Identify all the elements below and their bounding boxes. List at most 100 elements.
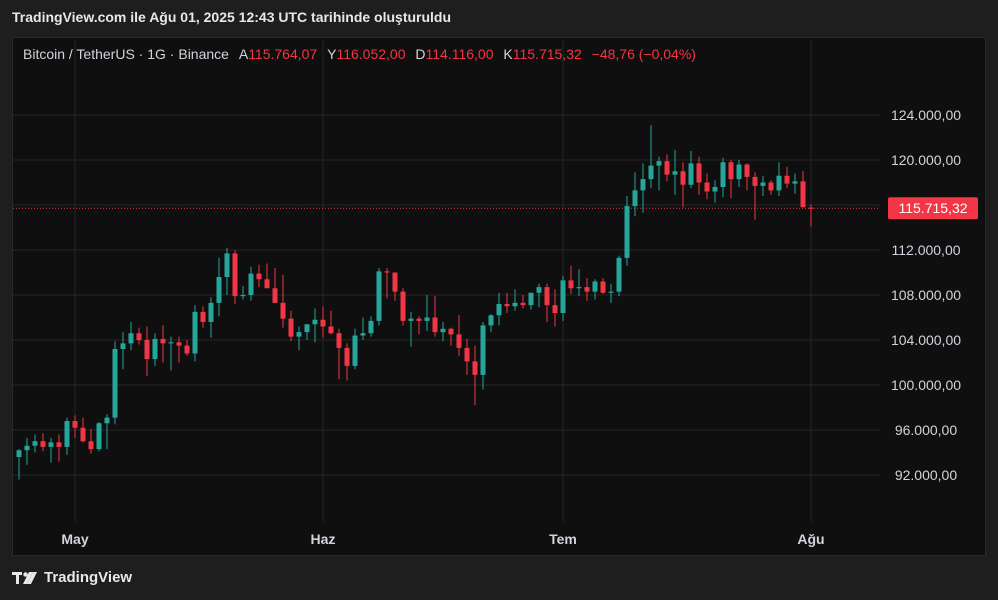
candle xyxy=(32,434,38,453)
candle xyxy=(704,173,710,200)
candle xyxy=(744,163,750,191)
candle xyxy=(56,434,62,462)
symbol-name[interactable]: Bitcoin / TetherUS · 1G · Binance xyxy=(23,46,229,62)
candle xyxy=(240,286,246,300)
candle xyxy=(584,278,590,301)
candle-body xyxy=(688,163,694,185)
candle xyxy=(600,278,606,294)
candle-body xyxy=(408,318,414,321)
candle-body xyxy=(312,319,318,325)
candle-body xyxy=(344,347,350,366)
candle xyxy=(656,156,662,191)
candle xyxy=(88,428,94,454)
candle xyxy=(648,125,654,189)
candle-body xyxy=(680,171,686,185)
candle-body xyxy=(88,441,94,450)
candle-body xyxy=(192,311,198,354)
candle-body xyxy=(168,342,174,344)
candlestick-chart[interactable]: 92.000,00 96.000,00 100.000,00 104.000,00 10… xyxy=(0,0,998,600)
candle-body xyxy=(472,361,478,375)
candle-body xyxy=(656,161,662,166)
candle xyxy=(224,247,230,295)
candle xyxy=(464,338,470,375)
candle-body xyxy=(232,253,238,297)
candle-body xyxy=(496,304,502,316)
x-tick-label: Haz xyxy=(311,531,336,547)
candle xyxy=(800,171,806,208)
brand-name[interactable]: TradingView xyxy=(44,569,132,586)
candle xyxy=(120,332,126,370)
candle-body xyxy=(360,333,366,336)
candle-body xyxy=(216,277,222,303)
candle xyxy=(728,160,734,199)
candle xyxy=(264,263,270,289)
y-tick-label: 120.000,00 xyxy=(891,152,961,168)
candle xyxy=(408,311,414,347)
candle xyxy=(608,283,614,303)
candle xyxy=(328,310,334,335)
candle-body xyxy=(128,333,134,344)
candle xyxy=(232,250,238,304)
candle-body xyxy=(696,163,702,183)
y-tick-label: 96.000,00 xyxy=(895,422,957,438)
candle-body xyxy=(272,288,278,303)
candle-body xyxy=(808,207,814,209)
open-label: A xyxy=(238,46,249,62)
candle-body xyxy=(120,343,126,349)
price-axis: 92.000,00 96.000,00 100.000,00 104.000,00 10… xyxy=(891,107,961,483)
candle-body xyxy=(32,441,38,446)
candle xyxy=(544,283,550,322)
candle xyxy=(176,336,182,363)
candle xyxy=(216,257,222,317)
tradingview-logo-icon[interactable] xyxy=(12,571,38,585)
close-value: 115.715,32 xyxy=(512,46,582,62)
candle xyxy=(400,288,406,326)
candles xyxy=(16,125,814,480)
candle-body xyxy=(536,287,542,293)
y-tick-label: 124.000,00 xyxy=(891,107,961,123)
candle-body xyxy=(240,295,246,297)
candle-body xyxy=(664,161,670,175)
candle-body xyxy=(456,334,462,348)
brand-footer: TradingView xyxy=(12,569,132,586)
candle xyxy=(48,437,54,463)
candle-body xyxy=(552,305,558,313)
candle-body xyxy=(488,315,494,326)
candle-body xyxy=(704,182,710,192)
candle xyxy=(40,433,46,452)
candle-body xyxy=(640,179,646,191)
candle xyxy=(752,172,758,220)
candle-body xyxy=(400,291,406,321)
candle xyxy=(160,325,166,363)
candle-body xyxy=(752,176,758,186)
candle xyxy=(456,315,462,356)
candle xyxy=(592,279,598,300)
candle-body xyxy=(48,442,54,447)
candle-body xyxy=(176,342,182,346)
candle-body xyxy=(16,450,22,457)
y-tick-label: 108.000,00 xyxy=(891,287,961,303)
candle-body xyxy=(760,182,766,186)
candle-body xyxy=(800,181,806,208)
candle-body xyxy=(768,182,774,191)
candle-body xyxy=(560,280,566,313)
candle xyxy=(496,292,502,326)
candle xyxy=(128,322,134,351)
candle xyxy=(616,255,622,297)
candle xyxy=(480,322,486,390)
candle xyxy=(208,297,214,338)
candle xyxy=(808,204,814,227)
candle-body xyxy=(280,302,286,319)
candle-body xyxy=(72,421,78,428)
last-price-tag-label: 115.715,32 xyxy=(898,200,967,216)
candle xyxy=(336,328,342,380)
candle-body xyxy=(712,187,718,192)
candle xyxy=(712,180,718,203)
candle-body xyxy=(152,338,158,360)
candle xyxy=(272,268,278,303)
candle xyxy=(424,295,430,331)
candle-body xyxy=(784,175,790,184)
candle xyxy=(696,156,702,195)
candle xyxy=(304,324,310,340)
candle xyxy=(256,264,262,288)
